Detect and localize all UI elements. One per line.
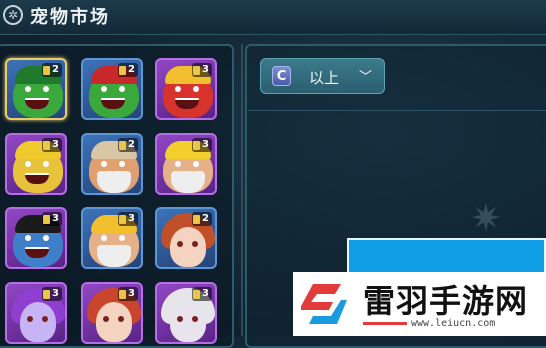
rank-value: 2 bbox=[52, 64, 59, 75]
coin-icon bbox=[119, 289, 127, 299]
rank-badge: 3 bbox=[42, 138, 62, 152]
grade-filter-dropdown[interactable]: C 以上 ﹀ bbox=[260, 58, 385, 94]
pet-slot[interactable]: 2 bbox=[155, 207, 217, 269]
pet-slot[interactable]: 3 bbox=[81, 282, 143, 344]
rank-badge: 3 bbox=[192, 287, 212, 301]
rank-value: 3 bbox=[128, 213, 135, 224]
title-bar: ✲ 宠物市场 bbox=[0, 0, 546, 35]
coin-icon bbox=[193, 214, 201, 224]
rank-badge: 3 bbox=[118, 287, 138, 301]
rank-value: 2 bbox=[128, 64, 135, 75]
watermark-logo-icon bbox=[301, 284, 347, 324]
rank-value: 2 bbox=[128, 139, 135, 150]
coin-icon bbox=[193, 65, 201, 75]
pet-slot[interactable]: 3 bbox=[155, 133, 217, 195]
rank-badge: 3 bbox=[192, 138, 212, 152]
rank-value: 3 bbox=[52, 288, 59, 299]
watermark-url: www.leiucn.com bbox=[411, 318, 496, 329]
decor-glyph-icon: ✷ bbox=[470, 196, 502, 240]
filter-label: 以上 bbox=[309, 69, 340, 87]
pet-slot[interactable]: 2 bbox=[81, 133, 143, 195]
watermark-underline bbox=[363, 322, 407, 325]
pet-slot[interactable]: 3 bbox=[155, 282, 217, 344]
coin-icon bbox=[119, 214, 127, 224]
rank-badge: 3 bbox=[42, 287, 62, 301]
grade-c-icon: C bbox=[272, 66, 291, 86]
coin-icon bbox=[193, 289, 201, 299]
rank-badge: 3 bbox=[192, 63, 212, 77]
rank-value: 3 bbox=[52, 139, 59, 150]
coin-icon bbox=[43, 289, 51, 299]
watermark-title: 雷羽手游网 bbox=[363, 282, 529, 320]
rank-badge: 2 bbox=[42, 63, 62, 77]
pet-slot[interactable]: 3 bbox=[5, 282, 67, 344]
gear-icon[interactable]: ✲ bbox=[3, 5, 23, 25]
rank-badge: 2 bbox=[118, 63, 138, 77]
coin-icon bbox=[193, 140, 201, 150]
pet-slot[interactable]: 3 bbox=[5, 207, 67, 269]
rank-value: 3 bbox=[202, 139, 209, 150]
rank-badge: 2 bbox=[118, 138, 138, 152]
filter-divider bbox=[248, 110, 546, 111]
chevron-down-icon: ﹀ bbox=[359, 70, 373, 85]
rank-badge: 3 bbox=[42, 212, 62, 226]
panel-divider bbox=[241, 44, 243, 336]
rank-badge: 3 bbox=[118, 212, 138, 226]
coin-icon bbox=[119, 140, 127, 150]
pet-slot[interactable]: 3 bbox=[5, 133, 67, 195]
rank-badge: 2 bbox=[192, 212, 212, 226]
coin-icon bbox=[43, 65, 51, 75]
rank-value: 3 bbox=[202, 64, 209, 75]
rank-value: 3 bbox=[52, 213, 59, 224]
rank-value: 3 bbox=[202, 288, 209, 299]
pet-slot[interactable]: 2 bbox=[5, 58, 67, 120]
coin-icon bbox=[43, 214, 51, 224]
rank-value: 2 bbox=[202, 213, 209, 224]
coin-icon bbox=[119, 65, 127, 75]
pet-slot[interactable]: 3 bbox=[81, 207, 143, 269]
page-title: 宠物市场 bbox=[30, 7, 110, 28]
rank-value: 3 bbox=[128, 288, 135, 299]
pet-slot[interactable]: 3 bbox=[155, 58, 217, 120]
watermark-banner: 雷羽手游网 www.leiucn.com bbox=[293, 272, 546, 336]
coin-icon bbox=[43, 140, 51, 150]
pet-slot[interactable]: 2 bbox=[81, 58, 143, 120]
